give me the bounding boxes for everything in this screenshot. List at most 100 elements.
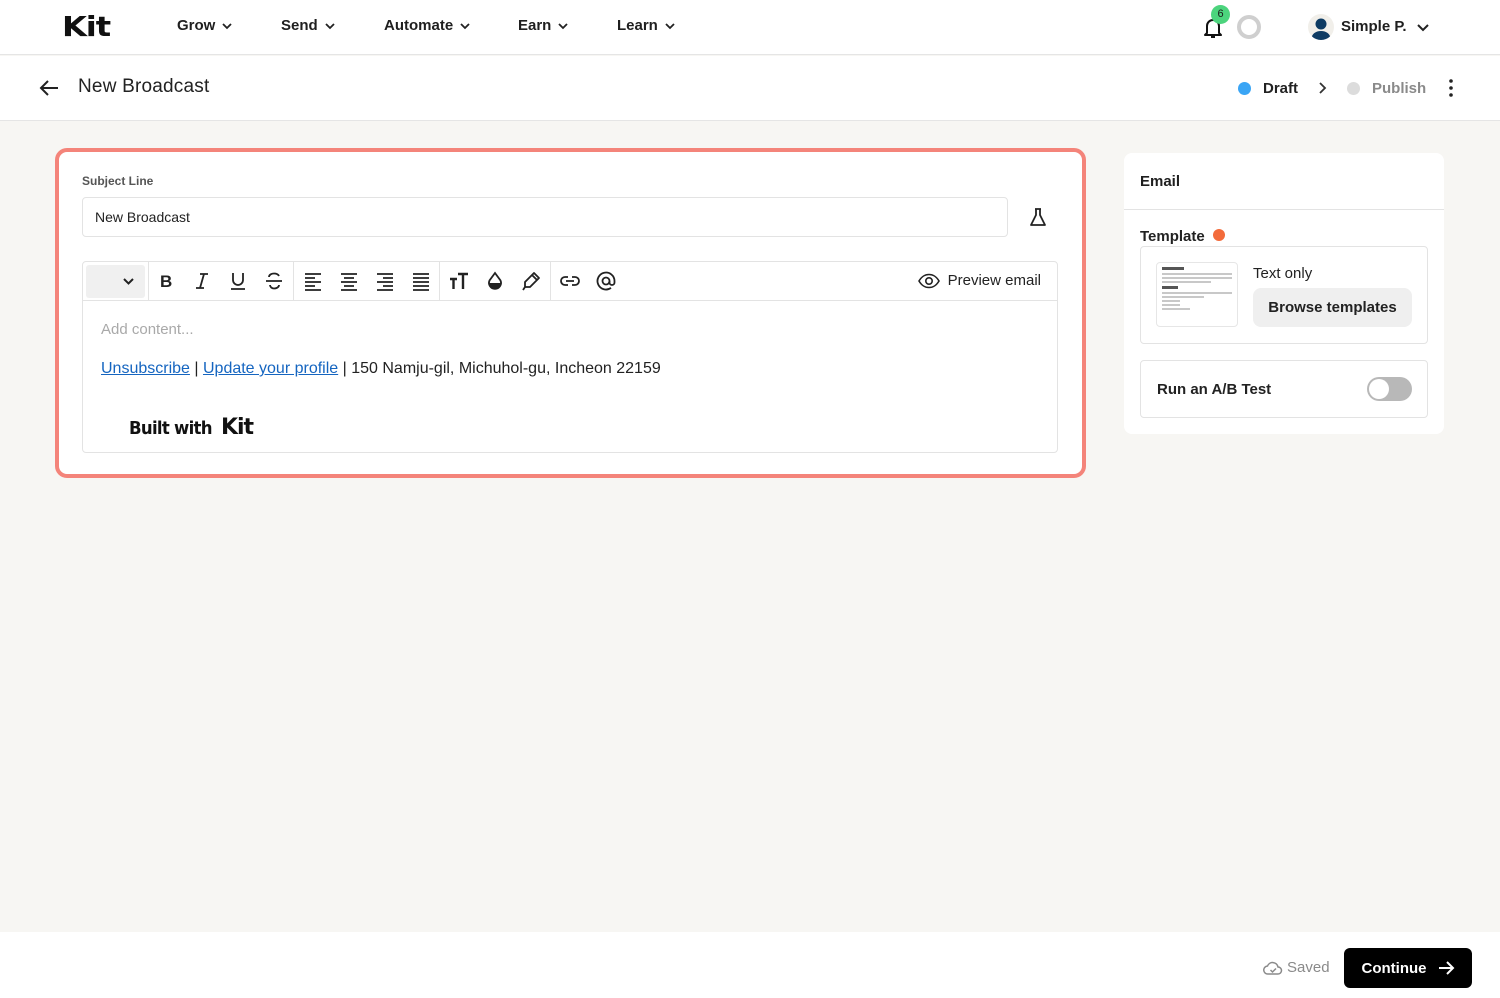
chevron-down-icon [123, 278, 134, 285]
nav-item-grow[interactable]: Grow [177, 17, 233, 34]
svg-text:B: B [160, 272, 172, 291]
saved-label: Saved [1287, 959, 1330, 976]
chevron-down-icon [325, 22, 335, 29]
highlighter-icon [522, 272, 540, 291]
page-header: New Broadcast Draft Publish [0, 56, 1500, 121]
link-icon [560, 276, 580, 286]
align-right-button[interactable] [374, 270, 396, 292]
align-center-icon [341, 273, 357, 291]
subject-line-label: Subject Line [82, 174, 154, 188]
mention-button[interactable] [595, 270, 617, 292]
toolbar-divider [148, 262, 149, 300]
strikethrough-button[interactable] [263, 270, 285, 292]
footer-address: | 150 Namju-gil, Michuhol-gu, Incheon 22… [338, 360, 661, 377]
ab-test-toggle[interactable] [1367, 377, 1412, 401]
nav-item-send[interactable]: Send [281, 17, 336, 34]
preview-email-label: Preview email [947, 272, 1041, 289]
page-title: New Broadcast [78, 76, 210, 97]
bottom-action-bar: Saved Continue [0, 932, 1500, 998]
status-dot [1347, 82, 1360, 95]
update-profile-link[interactable]: Update your profile [203, 360, 338, 377]
template-label-text: Template [1140, 228, 1205, 245]
ab-test-setting: Run an A/B Test [1140, 360, 1428, 418]
toolbar-divider [439, 262, 440, 300]
at-sign-icon [596, 271, 616, 291]
editor-toolbar: B Preview email [83, 262, 1057, 301]
template-thumbnail[interactable] [1156, 262, 1238, 327]
panel-header: Email [1124, 153, 1444, 210]
block-format-dropdown[interactable] [86, 265, 145, 298]
panel-title: Email [1140, 173, 1181, 190]
top-navigation: Kit Grow Send Automate Earn Learn 6 Simp… [0, 0, 1500, 55]
chevron-right-icon [1319, 82, 1327, 94]
font-size-button[interactable] [448, 270, 470, 292]
toolbar-divider [293, 262, 294, 300]
avatar[interactable] [1308, 14, 1334, 40]
content-editor[interactable]: B Preview email Add content... Unsubscri… [82, 261, 1058, 453]
content-placeholder[interactable]: Add content... [101, 321, 194, 338]
step-label: Publish [1372, 80, 1427, 97]
chevron-down-icon[interactable] [1416, 20, 1430, 34]
template-name: Text only [1253, 265, 1313, 282]
nav-item-earn[interactable]: Earn [518, 17, 569, 34]
more-options-icon[interactable] [1441, 76, 1461, 100]
back-arrow-icon[interactable] [38, 76, 62, 100]
flask-icon[interactable] [1027, 206, 1049, 228]
footer-separator: | [189, 360, 203, 377]
align-left-icon [305, 273, 321, 291]
nav-label: Earn [518, 17, 552, 34]
notification-badge: 6 [1211, 5, 1230, 24]
ab-test-label: Run an A/B Test [1157, 381, 1272, 398]
loading-ring-icon [1237, 15, 1261, 39]
user-name[interactable]: Simple P. [1341, 18, 1407, 35]
nav-label: Grow [177, 17, 216, 34]
align-left-button[interactable] [302, 270, 324, 292]
arrow-right-icon [1438, 961, 1454, 975]
eye-icon [917, 273, 940, 288]
email-settings-panel: Email Template Text only Browse template… [1124, 153, 1444, 434]
step-publish[interactable]: Publish [1347, 80, 1426, 97]
text-color-icon [488, 271, 502, 290]
bold-button[interactable]: B [155, 270, 177, 292]
nav-item-automate[interactable]: Automate [384, 17, 471, 34]
align-justify-button[interactable] [410, 270, 432, 292]
align-right-icon [377, 273, 393, 291]
toggle-knob [1369, 379, 1389, 399]
unsubscribe-link[interactable]: Unsubscribe [101, 360, 190, 377]
nav-label: Send [281, 17, 318, 34]
align-justify-icon [413, 273, 429, 291]
nav-label: Learn [617, 17, 658, 34]
email-editor-card: Subject Line B [55, 148, 1086, 478]
nav-label: Automate [384, 17, 454, 34]
chevron-down-icon [460, 22, 470, 29]
chevron-down-icon [222, 22, 232, 29]
highlight-button[interactable] [520, 270, 542, 292]
link-button[interactable] [559, 270, 581, 292]
template-label: Template [1140, 228, 1225, 245]
underline-icon [231, 273, 245, 290]
built-with-kit-badge[interactable]: Built with Kit [129, 415, 254, 440]
italic-icon [196, 273, 208, 289]
text-color-button[interactable] [484, 270, 506, 292]
preview-email-button[interactable]: Preview email [917, 272, 1041, 289]
continue-label: Continue [1361, 959, 1427, 977]
kit-logo[interactable]: Kit [62, 13, 111, 41]
user-icon [1311, 18, 1331, 40]
nav-item-learn[interactable]: Learn [617, 17, 676, 34]
subject-line-input[interactable] [82, 197, 1008, 237]
template-selector: Text only Browse templates [1140, 246, 1428, 344]
continue-button[interactable]: Continue [1344, 948, 1472, 988]
underline-button[interactable] [227, 270, 249, 292]
step-label: Draft [1263, 80, 1299, 97]
toolbar-divider [550, 262, 551, 300]
step-draft[interactable]: Draft [1238, 80, 1298, 97]
align-center-button[interactable] [338, 270, 360, 292]
chevron-down-icon [665, 22, 675, 29]
chevron-down-icon [558, 22, 568, 29]
italic-button[interactable] [191, 270, 213, 292]
browse-templates-button[interactable]: Browse templates [1253, 288, 1412, 327]
kit-logo: Kit [220, 415, 254, 440]
save-status: Saved [1263, 959, 1330, 976]
strikethrough-icon [266, 272, 282, 290]
cloud-check-icon [1263, 961, 1283, 975]
